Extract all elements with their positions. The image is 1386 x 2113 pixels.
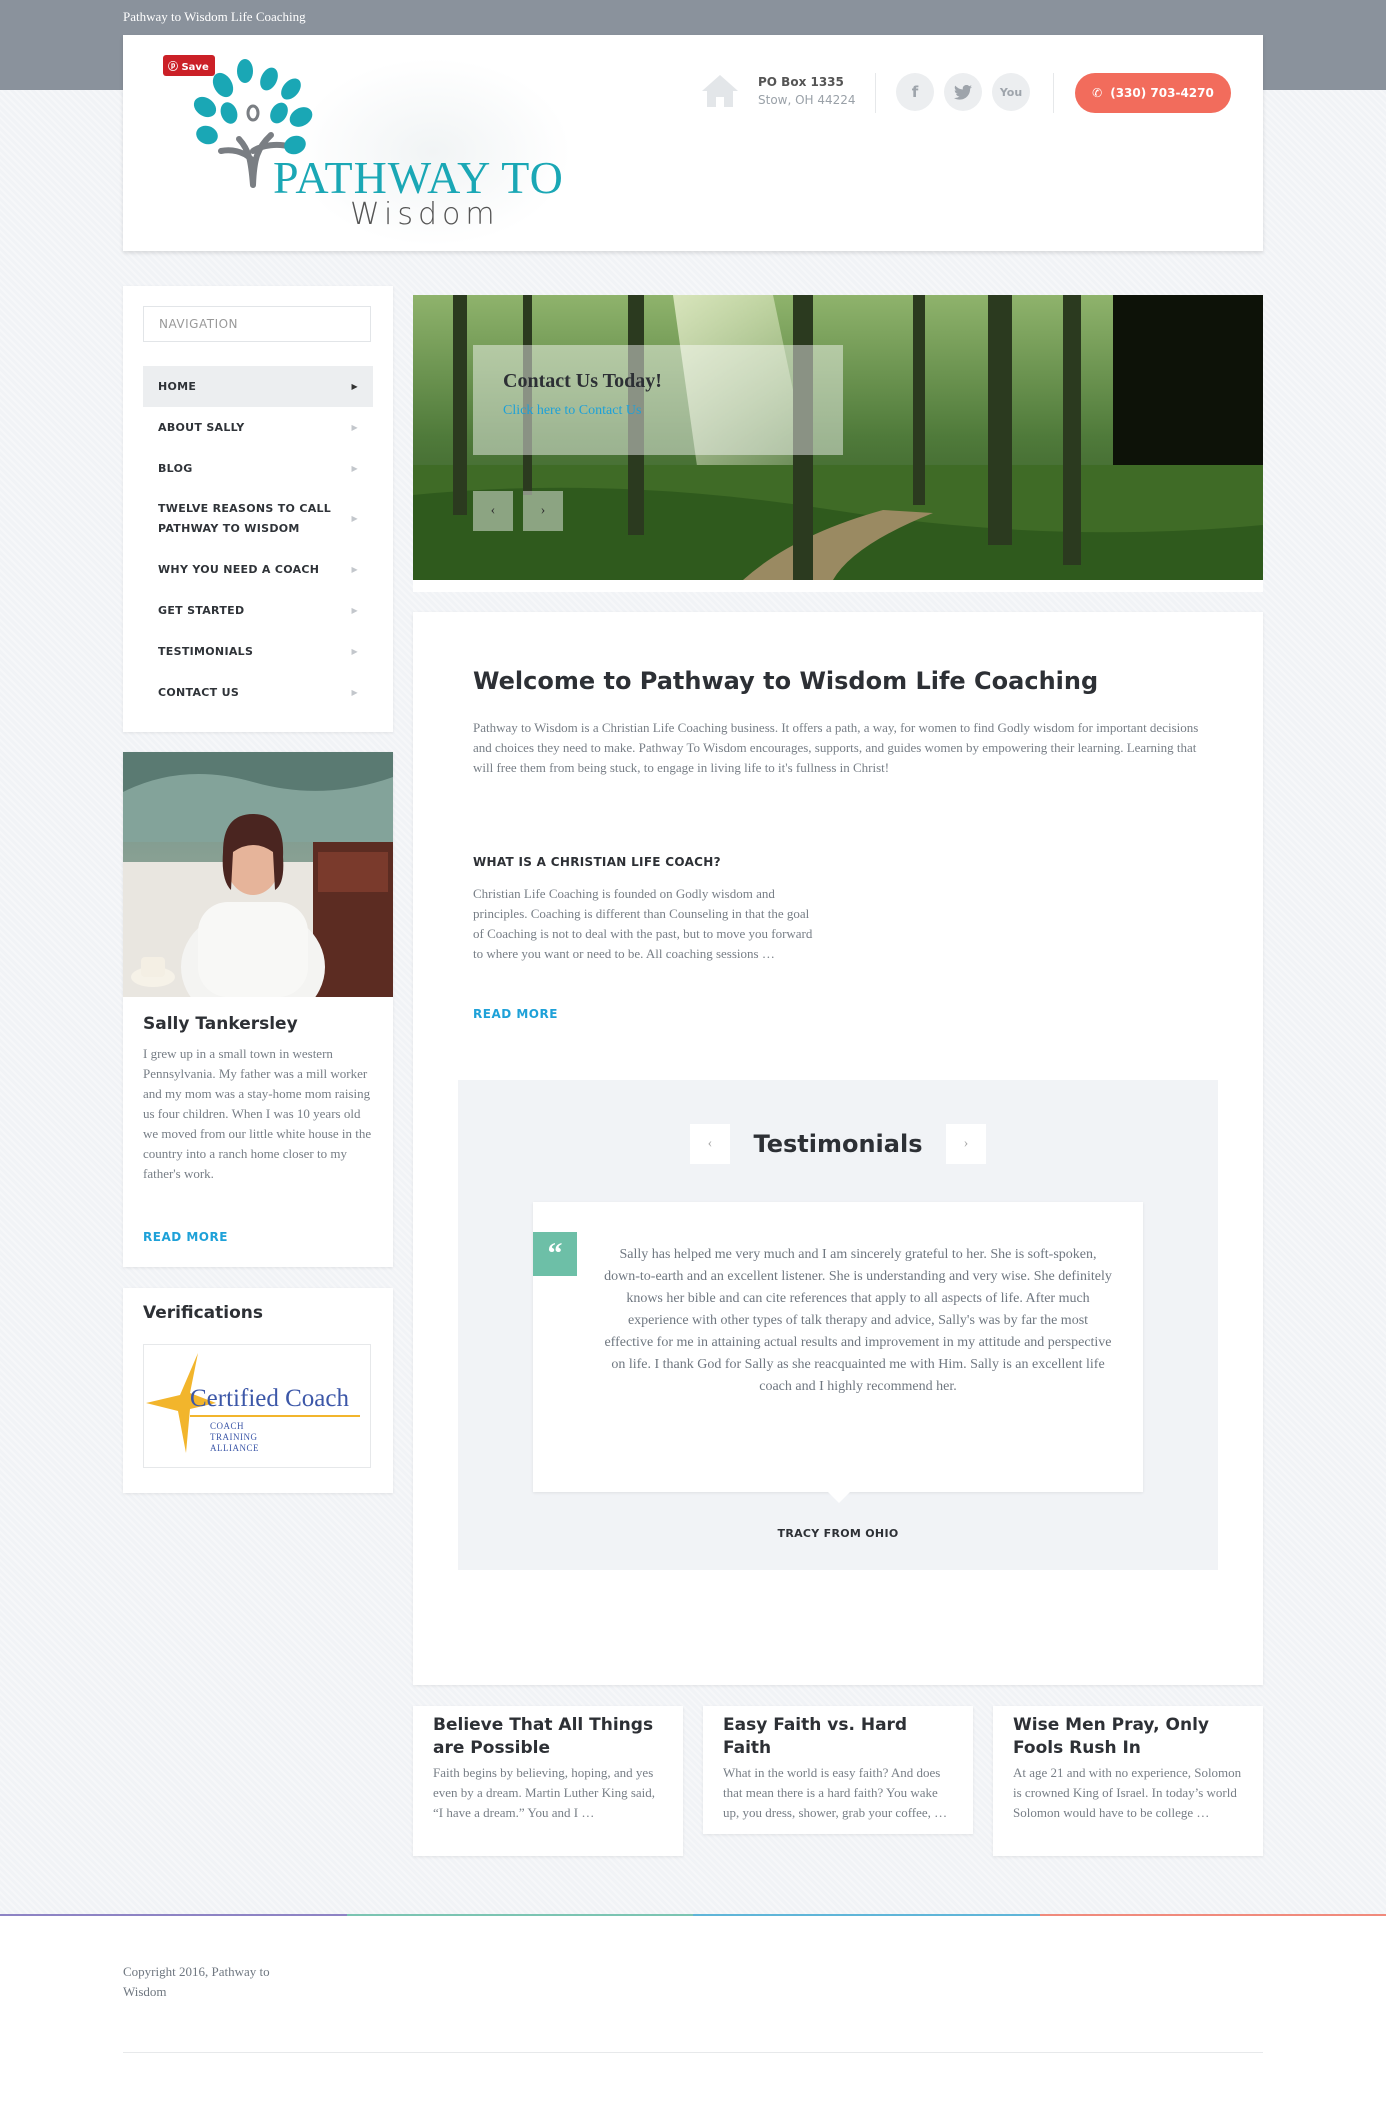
testimonials-next-button[interactable]: ›: [946, 1124, 986, 1164]
nav-item-about-sally[interactable]: ABOUT SALLY ▶: [143, 407, 373, 448]
header-divider: [1053, 73, 1054, 113]
post-excerpt: Faith begins by believing, hoping, and y…: [433, 1765, 656, 1820]
testimonial-author: TRACY FROM OHIO: [777, 1527, 899, 1540]
coach-text: Christian Life Coaching is founded on Go…: [473, 886, 813, 961]
slider-prev-button[interactable]: ‹: [473, 491, 513, 531]
nav-item-testimonials[interactable]: TESTIMONIALS ▶: [143, 631, 373, 672]
main-content: Welcome to Pathway to Wisdom Life Coachi…: [413, 612, 1263, 1685]
testimonial-quote: Sally has helped me very much and I am s…: [604, 1247, 1112, 1394]
badge-line-2: TRAINING: [210, 1432, 258, 1442]
profile-panel: Sally Tankersley I grew up in a small to…: [123, 752, 393, 1267]
page-title: Welcome to Pathway to Wisdom Life Coachi…: [473, 667, 1099, 695]
post-excerpt: At age 21 and with no experience, Solomo…: [1013, 1765, 1242, 1820]
testimonial-card: “ Sally has helped me very much and I am…: [533, 1202, 1143, 1503]
nav-item-blog[interactable]: BLOG ▶: [143, 448, 373, 489]
badge-line-1: COACH: [210, 1421, 245, 1431]
caret-right-icon: ▶: [351, 687, 358, 697]
slider-next-button[interactable]: ›: [523, 491, 563, 531]
logo[interactable]: PATHWAY TO Wisdom: [163, 47, 643, 247]
address: PO Box 1335 Stow, OH 44224: [758, 73, 856, 109]
caret-right-icon: ▶: [351, 564, 358, 574]
phone-button[interactable]: ✆ (330) 703-4270: [1075, 73, 1231, 113]
badge-underline: [190, 1415, 360, 1417]
nav-item-label: GET STARTED: [158, 603, 245, 617]
save-label: Save: [181, 62, 209, 73]
youtube-icon[interactable]: You: [992, 73, 1030, 111]
nav-item-contact-us[interactable]: CONTACT US ▶: [143, 672, 373, 713]
twitter-bird-icon: [954, 84, 972, 100]
badge-title: Certified Coach: [190, 1385, 349, 1412]
twitter-icon[interactable]: [944, 73, 982, 111]
site-header: PATHWAY TO Wisdom ⓟ Save PO Box 1335 Sto…: [123, 35, 1263, 251]
footer: Copyright 2016, Pathway to Wisdom: [0, 1916, 1386, 2113]
nav-item-label: CONTACT US: [158, 685, 240, 699]
caret-right-icon: ▶: [351, 514, 358, 523]
nav-item-home[interactable]: HOME ▶: [143, 366, 373, 407]
copyright: Copyright 2016, Pathway to Wisdom: [123, 1964, 270, 1999]
caret-right-icon: ▶: [351, 463, 358, 473]
verifications-panel: Verifications Certified Coach COACH TRAI…: [123, 1288, 393, 1493]
pinterest-icon: ⓟ: [168, 62, 178, 73]
main-read-more-link[interactable]: READ MORE: [473, 1007, 558, 1021]
caret-right-icon: ▶: [351, 646, 358, 656]
caret-right-icon: ▶: [351, 381, 358, 391]
section-subhead: WHAT IS A CHRISTIAN LIFE COACH?: [473, 855, 721, 869]
profile-photo[interactable]: [123, 752, 393, 997]
nav-item-label: BLOG: [158, 461, 193, 475]
navigation-panel: NAVIGATION HOME ▶ ABOUT SALLY ▶ BLOG ▶ TWEL…: [123, 286, 393, 732]
phone-number: (330) 703-4270: [1110, 86, 1214, 100]
caret-right-icon: ▶: [351, 422, 358, 432]
profile-name: Sally Tankersley: [143, 1014, 298, 1034]
facebook-icon[interactable]: f: [896, 73, 934, 111]
profile-bio: I grew up in a small town in western Pen…: [143, 1046, 372, 1181]
contact-link[interactable]: Click here to Contact Us: [503, 403, 641, 419]
testimonials-section: ‹ Testimonials › “ Sally has helped me v…: [458, 1080, 1218, 1570]
phone-icon: ✆: [1092, 86, 1103, 100]
pinterest-save-button[interactable]: ⓟ Save: [163, 55, 215, 76]
slide-caption: Contact Us Today! Click here to Contact …: [473, 345, 843, 455]
intro-text: Pathway to Wisdom is a Christian Life Co…: [473, 720, 1199, 775]
certified-coach-badge[interactable]: Certified Coach COACH TRAINING ALLIANCE: [143, 1344, 371, 1468]
nav-item-label: HOME: [158, 379, 197, 393]
nav-item-why-coach[interactable]: WHY YOU NEED A COACH ▶: [143, 549, 373, 590]
site-title[interactable]: Pathway to Wisdom Life Coaching: [123, 9, 306, 25]
nav-list: HOME ▶ ABOUT SALLY ▶ BLOG ▶ TWELVE REASONS …: [143, 366, 373, 713]
navigation-heading: NAVIGATION: [143, 306, 371, 342]
badge-subtitle: COACH TRAINING ALLIANCE: [210, 1421, 259, 1454]
post-card[interactable]: Easy Faith vs. Hard Faith What in the wo…: [703, 1706, 973, 1834]
slide-caption-title: Contact Us Today!: [503, 370, 662, 392]
verifications-title: Verifications: [143, 1303, 263, 1323]
post-card[interactable]: Wise Men Pray, Only Fools Rush In At age…: [993, 1706, 1263, 1856]
slider-footer-strip: [413, 580, 1263, 592]
nav-item-label: ABOUT SALLY: [158, 420, 245, 434]
hero-slider[interactable]: Contact Us Today! Click here to Contact …: [413, 295, 1263, 580]
home-icon: [702, 75, 738, 107]
testimonials-title: Testimonials: [753, 1130, 923, 1158]
nav-item-get-started[interactable]: GET STARTED ▶: [143, 590, 373, 631]
badge-line-3: ALLIANCE: [210, 1443, 259, 1453]
profile-photo-image: [123, 752, 393, 997]
footer-divider: [123, 2052, 1263, 2053]
caret-right-icon: ▶: [351, 605, 358, 615]
logo-text-secondary: Wisdom: [350, 197, 500, 232]
post-excerpt: What in the world is easy faith? And doe…: [723, 1765, 948, 1820]
address-line-2: Stow, OH 44224: [758, 93, 856, 107]
nav-item-twelve-reasons[interactable]: TWELVE REASONS TO CALL PATHWAY TO WISDOM…: [143, 489, 373, 549]
post-card[interactable]: Believe That All Things are Possible Fai…: [413, 1706, 683, 1856]
post-title[interactable]: Easy Faith vs. Hard Faith: [703, 1706, 973, 1760]
post-title[interactable]: Wise Men Pray, Only Fools Rush In: [993, 1706, 1263, 1760]
nav-item-label: TESTIMONIALS: [158, 644, 254, 658]
address-line-1: PO Box 1335: [758, 75, 844, 89]
profile-read-more-link[interactable]: READ MORE: [143, 1230, 228, 1244]
header-divider: [875, 73, 876, 113]
nav-item-label: TWELVE REASONS TO CALL PATHWAY TO WISDOM: [158, 502, 332, 535]
quote-icon: “: [533, 1232, 577, 1276]
post-title[interactable]: Believe That All Things are Possible: [413, 1706, 683, 1760]
nav-item-label: WHY YOU NEED A COACH: [158, 562, 320, 576]
